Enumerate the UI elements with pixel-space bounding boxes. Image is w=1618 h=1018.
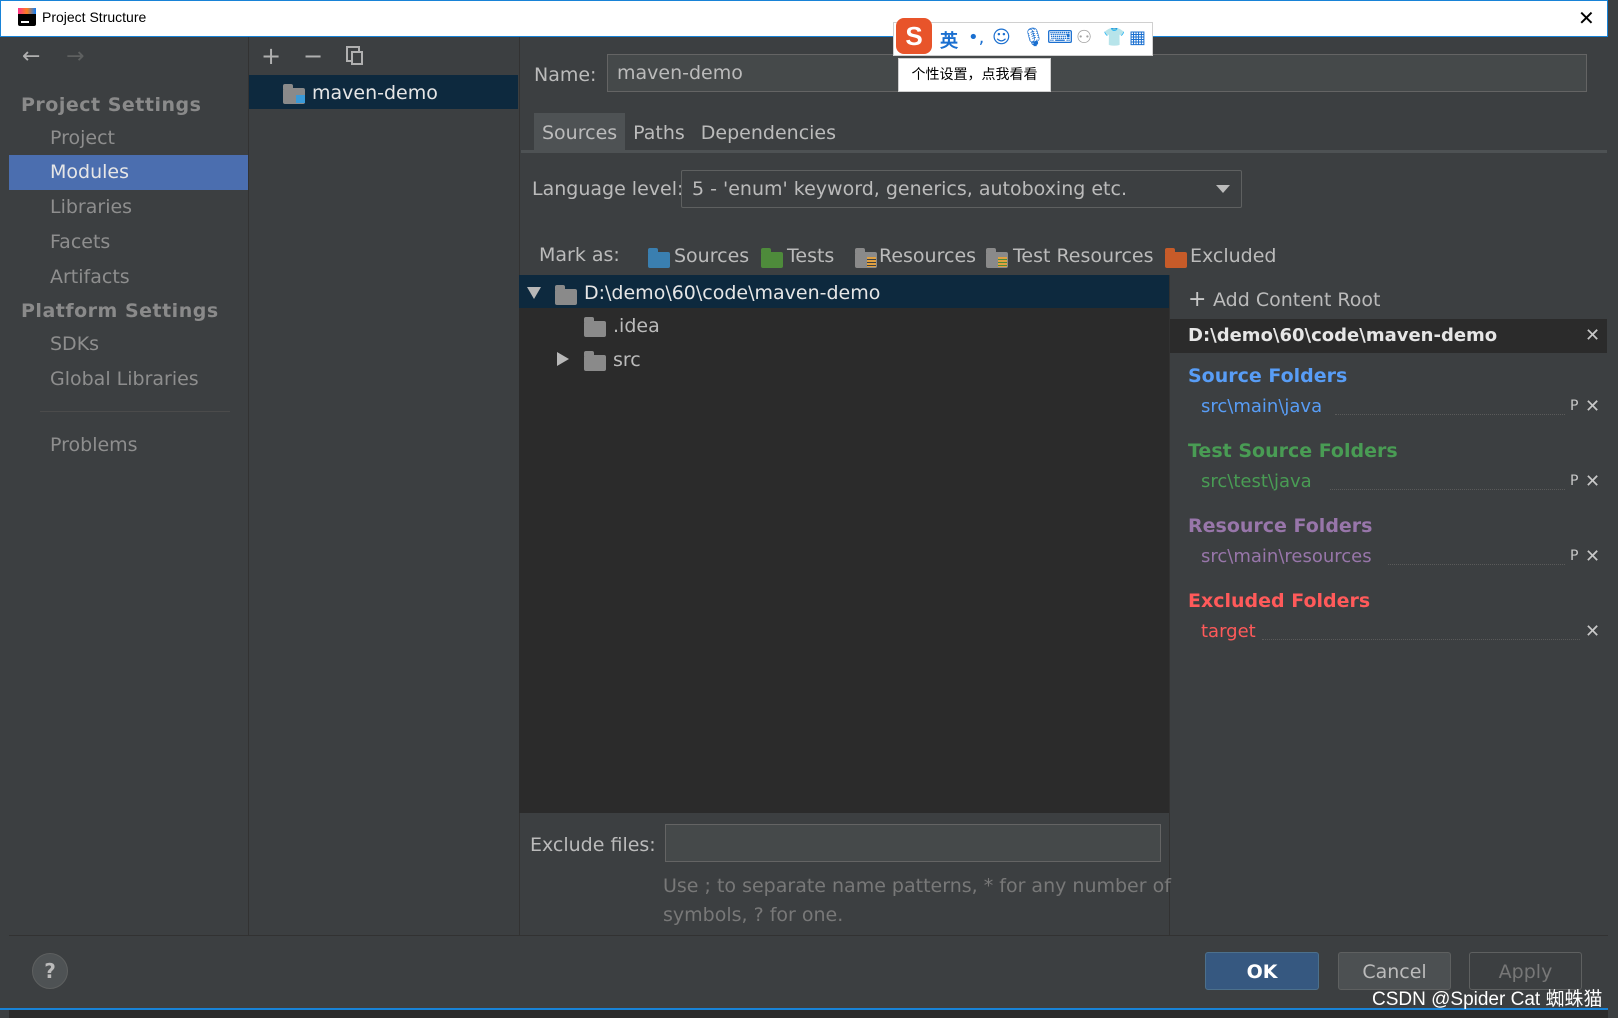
exclude-hint-line2: symbols, ? for one.	[663, 904, 844, 926]
resources-folder-icon	[855, 248, 877, 268]
window-title: Project Structure	[42, 9, 147, 25]
keyboard-icon[interactable]: ⌨	[1047, 27, 1073, 48]
sidebar-item-modules[interactable]: Modules	[50, 161, 129, 183]
package-prefix-icon[interactable]: P	[1570, 398, 1578, 414]
tree-node-content-root[interactable]: D:\demo\60\code\maven-demo	[584, 282, 880, 304]
sidebar-item-libraries[interactable]: Libraries	[50, 196, 132, 218]
user-icon[interactable]: ⚇	[1076, 27, 1092, 48]
help-button[interactable]: ?	[32, 953, 68, 989]
package-prefix-icon[interactable]: P	[1570, 473, 1578, 489]
ime-tooltip: 个性设置，点我看看	[898, 58, 1051, 92]
source-folder-path[interactable]: src\main\java	[1201, 396, 1322, 417]
folder-icon	[555, 285, 577, 305]
remove-test-source-folder-icon[interactable]: ✕	[1585, 471, 1600, 492]
sidebar-item-problems[interactable]: Problems	[50, 434, 138, 456]
punctuation-icon[interactable]: •,	[968, 27, 984, 48]
sidebar-divider	[40, 411, 230, 412]
exclude-files-input[interactable]	[665, 824, 1161, 862]
folder-icon	[584, 351, 606, 371]
language-level-label: Language level:	[532, 178, 684, 200]
skin-shirt-icon[interactable]: 👕	[1103, 27, 1125, 48]
csdn-watermark: CSDN @Spider Cat 蜘蛛猫	[1372, 989, 1603, 1010]
tree-collapse-icon[interactable]	[527, 287, 541, 299]
add-icon[interactable]: +	[1188, 287, 1206, 312]
tree-expand-icon[interactable]	[557, 352, 569, 366]
mark-as-label: Mark as:	[539, 244, 620, 266]
excluded-folders-title: Excluded Folders	[1188, 590, 1371, 612]
add-content-root-button[interactable]: Add Content Root	[1213, 289, 1380, 311]
sidebar-item-project[interactable]: Project	[50, 127, 115, 149]
window-titlebar	[0, 0, 1608, 37]
language-level-value: 5 - 'enum' keyword, generics, autoboxing…	[692, 178, 1127, 200]
remove-excluded-folder-icon[interactable]: ✕	[1585, 621, 1600, 642]
intellij-app-icon	[18, 8, 36, 26]
emoji-icon[interactable]: ☺	[992, 27, 1011, 48]
module-list-panel	[248, 37, 519, 935]
chevron-down-icon[interactable]	[1216, 185, 1230, 193]
mark-as-excluded-button[interactable]: Excluded	[1190, 245, 1277, 267]
remove-content-root-icon[interactable]: ✕	[1585, 325, 1600, 346]
module-name-input[interactable]: maven-demo	[607, 54, 1587, 92]
excluded-folder-icon	[1165, 248, 1187, 268]
test-source-folder-path[interactable]: src\test\java	[1201, 471, 1312, 492]
tab-dependencies[interactable]: Dependencies	[693, 113, 844, 153]
toolbox-grid-icon[interactable]: ▦	[1129, 27, 1146, 48]
section-platform-settings: Platform Settings	[21, 300, 219, 322]
remove-resource-folder-icon[interactable]: ✕	[1585, 546, 1600, 567]
remove-source-folder-icon[interactable]: ✕	[1585, 396, 1600, 417]
module-folder-icon	[283, 84, 305, 104]
module-tabs: Sources Paths Dependencies	[534, 113, 844, 153]
exclude-files-label: Exclude files:	[530, 834, 656, 856]
sidebar-item-sdks[interactable]: SDKs	[50, 333, 99, 355]
mark-as-resources-button[interactable]: Resources	[879, 245, 976, 267]
window-border-bottom	[0, 1008, 1608, 1010]
name-label: Name:	[534, 64, 597, 86]
test-resources-folder-icon	[986, 248, 1008, 268]
excluded-folder-path[interactable]: target	[1201, 621, 1256, 642]
test-source-folders-title: Test Source Folders	[1188, 440, 1398, 462]
tab-paths[interactable]: Paths	[625, 113, 693, 153]
tree-node-idea[interactable]: .idea	[613, 315, 660, 337]
window-close-icon[interactable]: ✕	[1578, 6, 1595, 30]
forward-arrow-icon[interactable]: →	[66, 44, 84, 69]
background-ide-edge	[0, 37, 9, 1018]
background-ide-edge-right	[1608, 0, 1618, 1018]
exclude-hint-line1: Use ; to separate name patterns, * for a…	[663, 875, 1171, 897]
section-project-settings: Project Settings	[21, 94, 202, 116]
mark-as-test-resources-button[interactable]: Test Resources	[1013, 245, 1154, 267]
sogou-logo-icon[interactable]: S	[896, 18, 932, 54]
dotted-leader	[1335, 414, 1565, 416]
dotted-leader	[1388, 564, 1565, 566]
copy-icon[interactable]	[346, 46, 363, 65]
sidebar-item-global-libraries[interactable]: Global Libraries	[50, 368, 199, 390]
dotted-leader	[1262, 639, 1580, 641]
dotted-leader	[1330, 489, 1565, 491]
tabs-underline	[521, 150, 1607, 153]
tree-node-src[interactable]: src	[613, 349, 641, 371]
ok-button[interactable]: OK	[1205, 952, 1319, 990]
sidebar-item-artifacts[interactable]: Artifacts	[50, 266, 130, 288]
module-item-maven-demo[interactable]: maven-demo	[312, 82, 438, 104]
content-root-path: D:\demo\60\code\maven-demo	[1188, 325, 1498, 346]
mark-as-sources-button[interactable]: Sources	[674, 245, 749, 267]
ime-mode-indicator[interactable]: 英	[940, 27, 958, 53]
add-icon[interactable]: +	[261, 42, 281, 70]
folder-icon	[584, 317, 606, 337]
package-prefix-icon[interactable]: P	[1570, 548, 1578, 564]
remove-icon[interactable]: −	[303, 42, 323, 70]
resource-folders-title: Resource Folders	[1188, 515, 1373, 537]
back-arrow-icon[interactable]: ←	[22, 44, 40, 69]
sources-folder-icon	[648, 248, 670, 268]
resource-folder-path[interactable]: src\main\resources	[1201, 546, 1372, 567]
microphone-icon[interactable]: 🎙	[1022, 27, 1045, 48]
source-folders-title: Source Folders	[1188, 365, 1348, 387]
mark-as-tests-button[interactable]: Tests	[787, 245, 834, 267]
tests-folder-icon	[761, 248, 783, 268]
sidebar-item-facets[interactable]: Facets	[50, 231, 110, 253]
tab-sources[interactable]: Sources	[534, 113, 626, 153]
